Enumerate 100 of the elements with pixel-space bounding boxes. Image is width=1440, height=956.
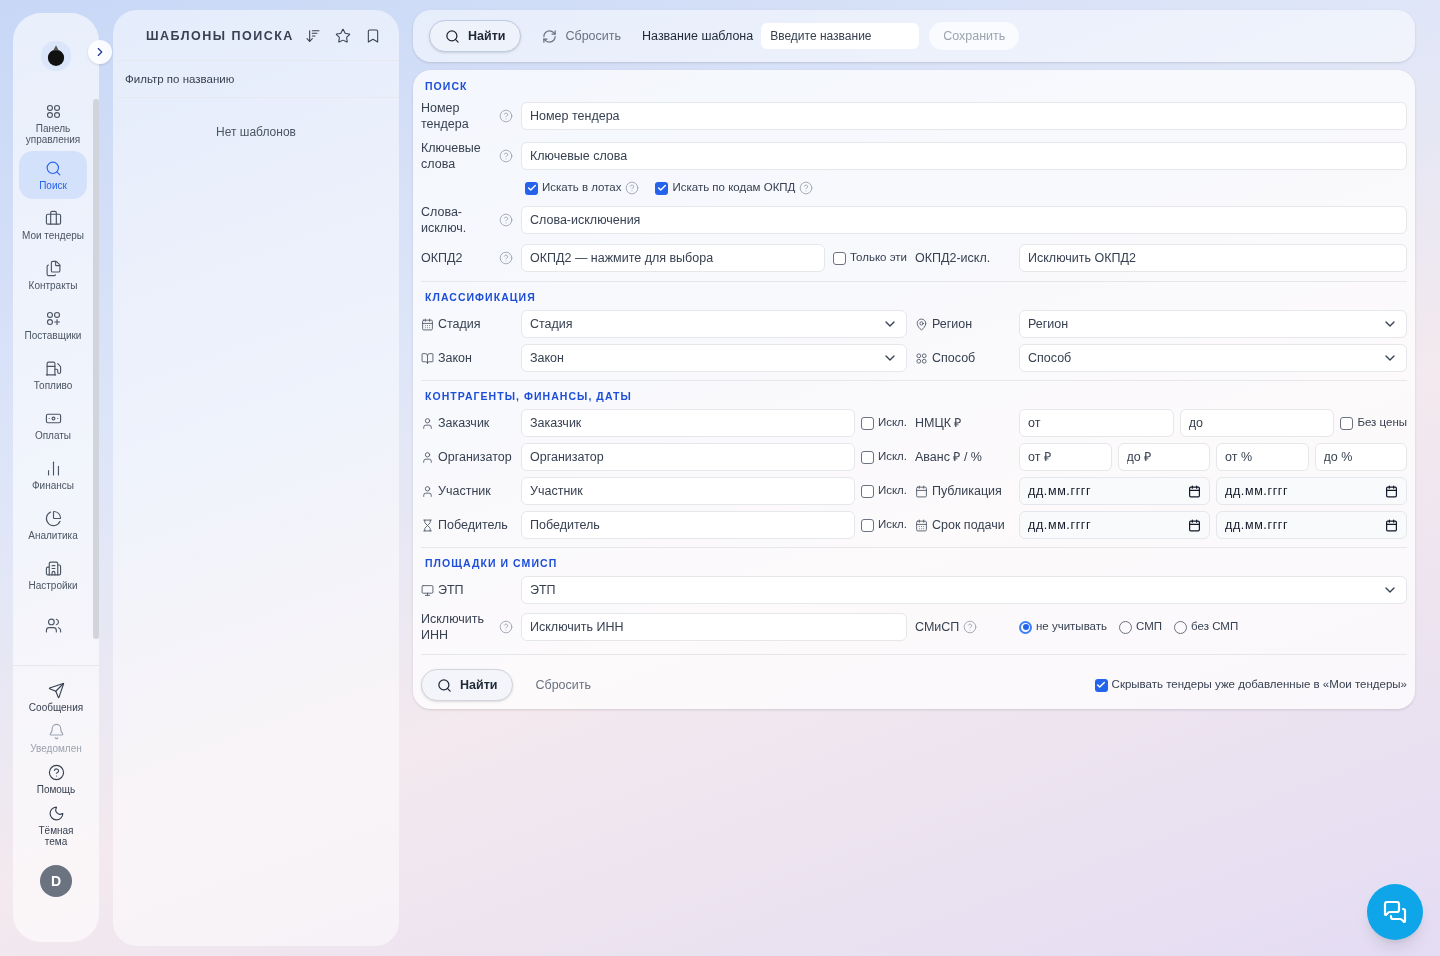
moon-icon bbox=[47, 805, 65, 822]
star-icon[interactable] bbox=[335, 28, 351, 44]
nav-item[interactable]: Оплаты bbox=[19, 401, 87, 449]
nav-item[interactable]: Топливо bbox=[19, 351, 87, 399]
checkbox[interactable] bbox=[655, 181, 669, 195]
input-field[interactable]: Номер тендера bbox=[521, 102, 1407, 130]
nav-item[interactable]: Настройки bbox=[19, 551, 87, 599]
section-title: КЛАССИФИКАЦИЯ bbox=[424, 290, 537, 304]
chat-icon bbox=[1383, 900, 1407, 924]
checkbox-label: Скрывать тендеры уже добавленные в «Мои тендеры» bbox=[1111, 677, 1407, 693]
calendar-icon bbox=[1385, 518, 1398, 532]
pie-chart-icon bbox=[44, 509, 62, 527]
field-label: ОКПД2 bbox=[421, 250, 463, 266]
field-label: СМиСП bbox=[915, 618, 960, 636]
field-label: Закон bbox=[438, 350, 472, 366]
calendar-icon bbox=[915, 484, 928, 498]
calendar-icon bbox=[1188, 484, 1201, 498]
checkbox[interactable] bbox=[860, 518, 874, 532]
radio-label: СМП bbox=[1136, 619, 1163, 635]
date-field[interactable]: дд.мм.гггг bbox=[1216, 477, 1407, 505]
date-field[interactable]: дд.мм.гггг bbox=[1019, 477, 1210, 505]
find-button[interactable]: Найти bbox=[429, 20, 522, 52]
search-icon bbox=[437, 677, 452, 693]
field-label: Ключевые слова bbox=[421, 140, 482, 172]
field-label: Публикация bbox=[932, 483, 1002, 499]
input-field[interactable]: Участник bbox=[521, 477, 855, 505]
field-label: Победитель bbox=[438, 517, 508, 533]
nav-item[interactable]: Поставщики bbox=[19, 301, 87, 349]
select-field[interactable]: Способ bbox=[1019, 344, 1407, 372]
input-field[interactable]: Заказчик bbox=[521, 409, 855, 437]
nav-item[interactable]: Финансы bbox=[19, 451, 87, 499]
checkbox-label: Искать в лотах bbox=[542, 180, 622, 196]
input-field[interactable]: ОКПД2 — нажмите для выбора bbox=[521, 244, 825, 272]
nav-item[interactable]: Контракты bbox=[19, 251, 87, 299]
checkbox[interactable] bbox=[860, 450, 874, 464]
user-icon bbox=[421, 416, 434, 430]
people-icon bbox=[44, 616, 62, 634]
documents-icon bbox=[44, 259, 62, 277]
input-field[interactable]: до bbox=[1179, 409, 1335, 437]
date-field[interactable]: дд.мм.гггг bbox=[1019, 511, 1210, 539]
checkbox[interactable] bbox=[860, 484, 874, 498]
search-icon bbox=[445, 28, 460, 44]
nav-item[interactable]: Помощь bbox=[18, 764, 94, 795]
avatar[interactable]: D bbox=[40, 865, 72, 897]
sort-icon[interactable] bbox=[305, 28, 321, 44]
refresh-icon bbox=[542, 28, 558, 44]
input-field[interactable]: Слова-исключения bbox=[521, 206, 1407, 234]
checkbox-label: Искать по кодам ОКПД bbox=[672, 180, 796, 196]
field-label: НМЦК ₽ bbox=[915, 415, 962, 431]
filter-field[interactable]: Фильтр по названию bbox=[113, 60, 399, 98]
reset-button[interactable]: Сбросить bbox=[529, 20, 635, 52]
select-field[interactable]: ЭТП bbox=[521, 576, 1407, 604]
user-icon bbox=[421, 450, 434, 464]
field-label: Слова-исключ. bbox=[421, 204, 468, 236]
panel-title: ШАБЛОНЫ ПОИСКА bbox=[146, 27, 295, 45]
checkbox[interactable] bbox=[832, 251, 846, 265]
date-field[interactable]: дд.мм.гггг bbox=[1216, 511, 1407, 539]
nav-item[interactable]: Тёмная тема bbox=[18, 805, 94, 847]
input-field[interactable]: Исключить ИНН bbox=[521, 613, 907, 641]
dashboard-icon bbox=[44, 103, 62, 120]
calendar-icon bbox=[1385, 484, 1398, 498]
input-field[interactable]: Организатор bbox=[521, 443, 855, 471]
input-field[interactable]: Ключевые слова bbox=[521, 142, 1407, 170]
user-icon bbox=[421, 484, 434, 498]
input-field[interactable]: Победитель bbox=[521, 511, 855, 539]
book-icon bbox=[421, 351, 434, 365]
checkbox[interactable] bbox=[860, 416, 874, 430]
search-icon bbox=[44, 159, 62, 177]
select-field[interactable]: Стадия bbox=[521, 310, 907, 338]
nav-item[interactable]: Мои тендеры bbox=[19, 201, 87, 249]
select-field[interactable]: Закон bbox=[521, 344, 907, 372]
checkbox[interactable] bbox=[1094, 678, 1108, 692]
bookmark-icon[interactable] bbox=[365, 28, 381, 44]
radio-button[interactable] bbox=[1019, 620, 1032, 634]
find-button[interactable]: Найти bbox=[421, 669, 514, 701]
select-field[interactable]: Регион bbox=[1019, 310, 1407, 338]
input-field[interactable]: до ₽ bbox=[1117, 443, 1210, 471]
reset-button[interactable]: Сбросить bbox=[519, 669, 608, 701]
input-field[interactable]: от % bbox=[1216, 443, 1309, 471]
checkbox[interactable] bbox=[525, 181, 538, 195]
chat-button[interactable] bbox=[1367, 884, 1423, 940]
section-title: ПОИСК bbox=[424, 79, 469, 93]
send-icon bbox=[47, 682, 65, 699]
input-field[interactable]: до % bbox=[1314, 443, 1407, 471]
help-icon bbox=[47, 764, 65, 781]
input-field[interactable]: от bbox=[1019, 409, 1174, 437]
nav-item[interactable]: Поиск bbox=[19, 151, 87, 199]
field-label: Исключить ИНН bbox=[421, 611, 485, 643]
template-name-field[interactable]: Введите название bbox=[761, 23, 920, 49]
field-label: Заказчик bbox=[438, 415, 490, 431]
nav-item[interactable]: Аналитика bbox=[19, 501, 87, 549]
input-field[interactable]: от ₽ bbox=[1019, 443, 1112, 471]
checkbox[interactable] bbox=[1340, 416, 1354, 430]
calendar-icon bbox=[1188, 518, 1201, 532]
nav-item[interactable]: Панель управления bbox=[19, 99, 87, 149]
input-field[interactable]: Исключить ОКПД2 bbox=[1019, 244, 1407, 272]
collapse-button[interactable] bbox=[88, 40, 112, 64]
field-label: ОКПД2-искл. bbox=[915, 249, 992, 267]
nav-item[interactable]: Сообщения bbox=[18, 682, 94, 713]
building-icon bbox=[44, 559, 62, 577]
